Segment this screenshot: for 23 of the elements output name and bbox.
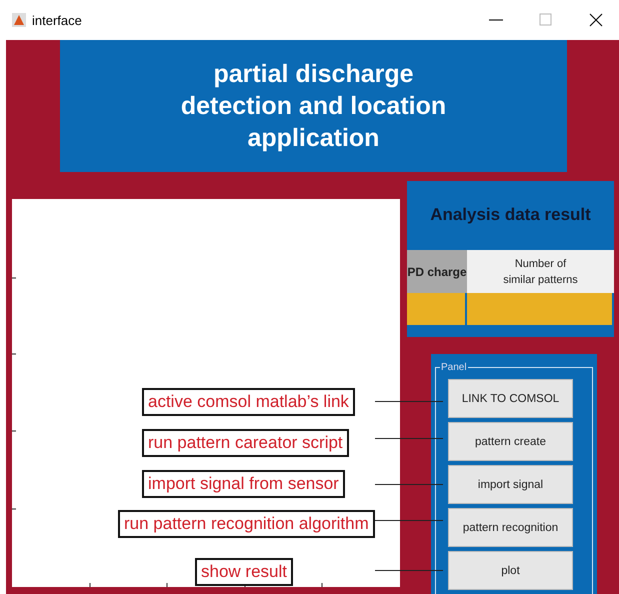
app-title: partial discharge detection and location application (60, 40, 567, 172)
action-button[interactable]: pattern recognition (448, 508, 573, 547)
column-header: PD charge (407, 250, 467, 294)
panel-title: Panel (440, 362, 468, 373)
table-cell (407, 293, 465, 326)
leader-line (375, 438, 443, 439)
annotation-label: run pattern recognition algorithm (118, 510, 375, 538)
action-button[interactable]: import signal (448, 465, 573, 504)
leader-line (375, 401, 443, 402)
app-icon (12, 13, 26, 27)
annotation-label: show result (195, 558, 293, 586)
column-header: Number of similar patterns (467, 250, 614, 294)
annotation-label: active comsol matlab’s link (142, 388, 355, 416)
annotation-label: import signal from sensor (142, 470, 345, 498)
action-button[interactable]: LINK TO COMSOL (448, 379, 573, 418)
leader-line (375, 520, 443, 521)
leader-line (375, 570, 443, 571)
action-button[interactable]: plot (448, 551, 573, 590)
action-button[interactable]: pattern create (448, 422, 573, 461)
leader-line (375, 484, 443, 485)
annotation-label: run pattern careator script (142, 429, 349, 457)
analysis-title: Analysis data result (429, 204, 592, 226)
window-title: interface (32, 12, 82, 28)
